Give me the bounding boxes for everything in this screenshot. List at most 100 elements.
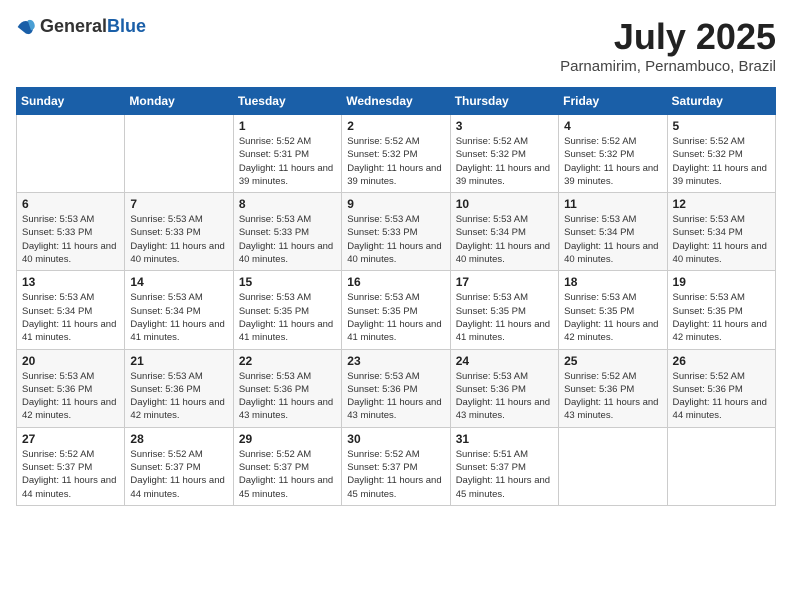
day-info: Sunrise: 5:52 AMSunset: 5:32 PMDaylight:… <box>347 135 444 188</box>
day-info: Sunrise: 5:53 AMSunset: 5:34 PMDaylight:… <box>456 213 553 266</box>
day-info: Sunrise: 5:53 AMSunset: 5:33 PMDaylight:… <box>239 213 336 266</box>
day-info: Sunrise: 5:52 AMSunset: 5:32 PMDaylight:… <box>564 135 661 188</box>
day-info: Sunrise: 5:53 AMSunset: 5:33 PMDaylight:… <box>22 213 119 266</box>
day-info: Sunrise: 5:53 AMSunset: 5:34 PMDaylight:… <box>22 291 119 344</box>
day-number: 27 <box>22 432 119 446</box>
day-number: 3 <box>456 119 553 133</box>
weekday-header-row: SundayMondayTuesdayWednesdayThursdayFrid… <box>17 88 776 115</box>
weekday-header-cell: Thursday <box>450 88 558 115</box>
month-year: July 2025 <box>560 16 776 58</box>
calendar-cell: 24 Sunrise: 5:53 AMSunset: 5:36 PMDayligh… <box>450 349 558 427</box>
logo: GeneralBlue <box>16 16 146 37</box>
weekday-header-cell: Saturday <box>667 88 775 115</box>
day-number: 21 <box>130 354 227 368</box>
day-number: 29 <box>239 432 336 446</box>
calendar-cell: 8Sunrise: 5:53 AMSunset: 5:33 PMDaylight… <box>233 193 341 271</box>
day-number: 26 <box>673 354 770 368</box>
calendar-cell <box>17 115 125 193</box>
day-number: 11 <box>564 197 661 211</box>
day-number: 25 <box>564 354 661 368</box>
day-info: Sunrise: 5:53 AMSunset: 5:35 PMDaylight:… <box>239 291 336 344</box>
calendar-table: SundayMondayTuesdayWednesdayThursdayFrid… <box>16 87 776 506</box>
calendar-cell <box>559 427 667 505</box>
day-number: 14 <box>130 275 227 289</box>
day-info: Sunrise: 5:53 AMSunset: 5:36 PMDaylight:… <box>347 370 444 423</box>
calendar-week-row: 13 Sunrise: 5:53 AMSunset: 5:34 PMDayligh… <box>17 271 776 349</box>
day-number: 23 <box>347 354 444 368</box>
day-number: 19 <box>673 275 770 289</box>
day-number: 12 <box>673 197 770 211</box>
weekday-header-cell: Monday <box>125 88 233 115</box>
calendar-cell: 29 Sunrise: 5:52 AMSunset: 5:37 PMDayligh… <box>233 427 341 505</box>
logo-icon <box>16 17 36 37</box>
day-info: Sunrise: 5:52 AMSunset: 5:31 PMDaylight:… <box>239 135 336 188</box>
day-number: 17 <box>456 275 553 289</box>
day-info: Sunrise: 5:52 AMSunset: 5:37 PMDaylight:… <box>22 448 119 501</box>
calendar-cell: 20Sunrise: 5:53 AMSunset: 5:36 PMDayligh… <box>17 349 125 427</box>
day-info: Sunrise: 5:52 AMSunset: 5:37 PMDaylight:… <box>130 448 227 501</box>
calendar-cell: 23 Sunrise: 5:53 AMSunset: 5:36 PMDayligh… <box>342 349 450 427</box>
calendar-cell: 6 Sunrise: 5:53 AMSunset: 5:33 PMDaylight… <box>17 193 125 271</box>
calendar-week-row: 6 Sunrise: 5:53 AMSunset: 5:33 PMDaylight… <box>17 193 776 271</box>
weekday-header-cell: Wednesday <box>342 88 450 115</box>
calendar-body: 1 Sunrise: 5:52 AMSunset: 5:31 PMDaylight… <box>17 115 776 506</box>
day-number: 30 <box>347 432 444 446</box>
day-number: 31 <box>456 432 553 446</box>
calendar-cell: 31 Sunrise: 5:51 AMSunset: 5:37 PMDayligh… <box>450 427 558 505</box>
day-number: 2 <box>347 119 444 133</box>
calendar-cell: 13 Sunrise: 5:53 AMSunset: 5:34 PMDayligh… <box>17 271 125 349</box>
calendar-cell: 21 Sunrise: 5:53 AMSunset: 5:36 PMDayligh… <box>125 349 233 427</box>
calendar-cell: 15 Sunrise: 5:53 AMSunset: 5:35 PMDayligh… <box>233 271 341 349</box>
calendar-cell <box>667 427 775 505</box>
day-number: 18 <box>564 275 661 289</box>
weekday-header-cell: Tuesday <box>233 88 341 115</box>
weekday-header-cell: Friday <box>559 88 667 115</box>
calendar-cell: 17 Sunrise: 5:53 AMSunset: 5:35 PMDayligh… <box>450 271 558 349</box>
day-number: 22 <box>239 354 336 368</box>
day-info: Sunrise: 5:53 AMSunset: 5:36 PMDaylight:… <box>239 370 336 423</box>
weekday-header-cell: Sunday <box>17 88 125 115</box>
day-info: Sunrise: 5:53 AMSunset: 5:35 PMDaylight:… <box>456 291 553 344</box>
calendar-cell: 12 Sunrise: 5:53 AMSunset: 5:34 PMDayligh… <box>667 193 775 271</box>
day-info: Sunrise: 5:52 AMSunset: 5:37 PMDaylight:… <box>347 448 444 501</box>
calendar-cell: 16 Sunrise: 5:53 AMSunset: 5:35 PMDayligh… <box>342 271 450 349</box>
day-info: Sunrise: 5:53 AMSunset: 5:33 PMDaylight:… <box>130 213 227 266</box>
calendar-cell: 11Sunrise: 5:53 AMSunset: 5:34 PMDayligh… <box>559 193 667 271</box>
day-info: Sunrise: 5:53 AMSunset: 5:36 PMDaylight:… <box>22 370 119 423</box>
day-info: Sunrise: 5:53 AMSunset: 5:35 PMDaylight:… <box>673 291 770 344</box>
logo-blue: Blue <box>107 16 146 36</box>
day-number: 28 <box>130 432 227 446</box>
day-number: 24 <box>456 354 553 368</box>
day-number: 13 <box>22 275 119 289</box>
calendar-cell: 10 Sunrise: 5:53 AMSunset: 5:34 PMDayligh… <box>450 193 558 271</box>
day-number: 10 <box>456 197 553 211</box>
day-info: Sunrise: 5:53 AMSunset: 5:35 PMDaylight:… <box>347 291 444 344</box>
day-number: 5 <box>673 119 770 133</box>
day-info: Sunrise: 5:53 AMSunset: 5:34 PMDaylight:… <box>673 213 770 266</box>
day-number: 15 <box>239 275 336 289</box>
calendar-cell: 7 Sunrise: 5:53 AMSunset: 5:33 PMDaylight… <box>125 193 233 271</box>
calendar-cell <box>125 115 233 193</box>
day-info: Sunrise: 5:52 AMSunset: 5:37 PMDaylight:… <box>239 448 336 501</box>
calendar-cell: 14 Sunrise: 5:53 AMSunset: 5:34 PMDayligh… <box>125 271 233 349</box>
day-info: Sunrise: 5:53 AMSunset: 5:34 PMDaylight:… <box>130 291 227 344</box>
calendar-cell: 19 Sunrise: 5:53 AMSunset: 5:35 PMDayligh… <box>667 271 775 349</box>
day-number: 1 <box>239 119 336 133</box>
day-info: Sunrise: 5:53 AMSunset: 5:36 PMDaylight:… <box>130 370 227 423</box>
calendar-cell: 27 Sunrise: 5:52 AMSunset: 5:37 PMDayligh… <box>17 427 125 505</box>
day-number: 9 <box>347 197 444 211</box>
calendar-cell: 22 Sunrise: 5:53 AMSunset: 5:36 PMDayligh… <box>233 349 341 427</box>
day-info: Sunrise: 5:53 AMSunset: 5:36 PMDaylight:… <box>456 370 553 423</box>
day-number: 6 <box>22 197 119 211</box>
day-number: 16 <box>347 275 444 289</box>
calendar-cell: 2 Sunrise: 5:52 AMSunset: 5:32 PMDaylight… <box>342 115 450 193</box>
location: Parnamirim, Pernambuco, Brazil <box>560 58 776 75</box>
calendar-week-row: 20Sunrise: 5:53 AMSunset: 5:36 PMDayligh… <box>17 349 776 427</box>
calendar-week-row: 1 Sunrise: 5:52 AMSunset: 5:31 PMDaylight… <box>17 115 776 193</box>
day-info: Sunrise: 5:52 AMSunset: 5:32 PMDaylight:… <box>456 135 553 188</box>
day-info: Sunrise: 5:51 AMSunset: 5:37 PMDaylight:… <box>456 448 553 501</box>
calendar-cell: 28 Sunrise: 5:52 AMSunset: 5:37 PMDayligh… <box>125 427 233 505</box>
calendar-cell: 30 Sunrise: 5:52 AMSunset: 5:37 PMDayligh… <box>342 427 450 505</box>
day-number: 7 <box>130 197 227 211</box>
day-number: 4 <box>564 119 661 133</box>
